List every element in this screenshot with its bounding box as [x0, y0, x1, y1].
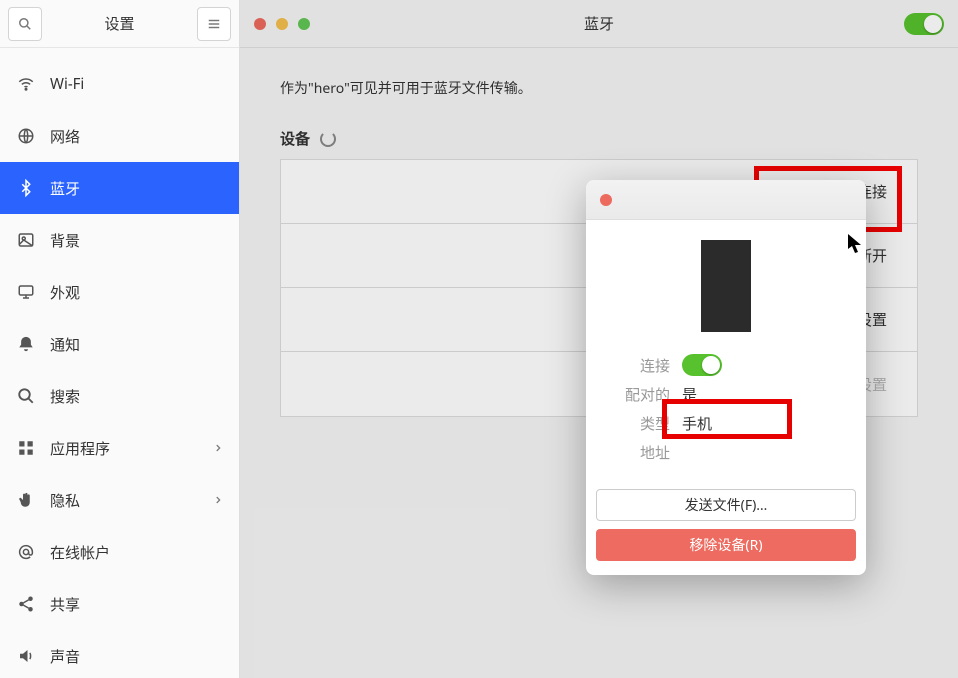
chevron-right-icon — [213, 495, 223, 505]
dialog-body: 连接 配对的 是 类型 手机 地址 — [586, 220, 866, 483]
close-window-button[interactable] — [254, 18, 266, 30]
sidebar-item-appearance[interactable]: 外观 — [0, 266, 239, 318]
prop-row-address: 地址 — [604, 438, 848, 467]
sidebar-item-label: 在线帐户 — [50, 542, 110, 563]
share-icon — [16, 594, 36, 614]
prop-label: 连接 — [604, 355, 682, 376]
minimize-window-button[interactable] — [276, 18, 288, 30]
bluetooth-icon — [16, 178, 36, 198]
toggle-knob — [702, 356, 720, 374]
globe-icon — [16, 126, 36, 146]
sidebar-title: 设置 — [50, 13, 189, 34]
sidebar-item-notifications[interactable]: 通知 — [0, 318, 239, 370]
sidebar-item-label: Wi-Fi — [50, 74, 84, 94]
sidebar-item-label: 隐私 — [50, 490, 80, 511]
scanning-spinner-icon — [320, 131, 336, 147]
sidebar-item-sound[interactable]: 声音 — [0, 630, 239, 678]
image-icon — [16, 230, 36, 250]
sidebar-item-label: 外观 — [50, 282, 80, 303]
search-button[interactable] — [8, 7, 42, 41]
prop-row-connection: 连接 — [604, 350, 848, 380]
wifi-icon — [16, 74, 36, 94]
search-icon — [16, 386, 36, 406]
dialog-buttons: 发送文件(F)… 移除设备(R) — [586, 483, 866, 575]
speaker-icon — [16, 646, 36, 666]
menu-button[interactable] — [197, 7, 231, 41]
annotation-highlight-connection-toggle — [662, 399, 792, 439]
prop-label: 地址 — [604, 442, 682, 463]
at-icon — [16, 542, 36, 562]
settings-sidebar: 设置 Wi-Fi 网络 蓝牙 背景 — [0, 0, 240, 678]
bell-icon — [16, 334, 36, 354]
device-thumbnail — [701, 240, 751, 332]
connection-toggle[interactable] — [682, 354, 722, 376]
app-root: 设置 Wi-Fi 网络 蓝牙 背景 — [0, 0, 958, 678]
sidebar-item-wifi[interactable]: Wi-Fi — [0, 58, 239, 110]
send-files-button[interactable]: 发送文件(F)… — [596, 489, 856, 521]
display-icon — [16, 282, 36, 302]
maximize-window-button[interactable] — [298, 18, 310, 30]
devices-section-header: 设备 — [280, 128, 918, 149]
devices-label: 设备 — [280, 128, 310, 149]
bluetooth-master-toggle[interactable] — [904, 13, 944, 35]
sidebar-item-background[interactable]: 背景 — [0, 214, 239, 266]
sidebar-item-label: 声音 — [50, 646, 80, 667]
sidebar-header: 设置 — [0, 0, 239, 48]
sidebar-item-label: 应用程序 — [50, 438, 110, 459]
sidebar-item-sharing[interactable]: 共享 — [0, 578, 239, 630]
sidebar-item-label: 蓝牙 — [50, 178, 80, 199]
sidebar-item-label: 搜索 — [50, 386, 80, 407]
visibility-status-text: 作为"hero"可见并可用于蓝牙文件传输。 — [280, 78, 918, 98]
apps-icon — [16, 438, 36, 458]
sidebar-item-search[interactable]: 搜索 — [0, 370, 239, 422]
toggle-knob — [924, 15, 942, 33]
chevron-right-icon — [213, 443, 223, 453]
sidebar-item-bluetooth[interactable]: 蓝牙 — [0, 162, 239, 214]
sidebar-item-label: 通知 — [50, 334, 80, 355]
sidebar-item-privacy[interactable]: 隐私 — [0, 474, 239, 526]
search-icon — [18, 17, 32, 31]
main-panel: 蓝牙 作为"hero"可见并可用于蓝牙文件传输。 设备 已连接 已断开 未设置 … — [240, 0, 958, 678]
page-title: 蓝牙 — [584, 13, 614, 34]
hamburger-icon — [207, 17, 221, 31]
dialog-titlebar — [586, 180, 866, 220]
dialog-close-button[interactable] — [600, 194, 612, 206]
sidebar-list: Wi-Fi 网络 蓝牙 背景 外观 通知 — [0, 48, 239, 678]
sidebar-item-label: 网络 — [50, 126, 80, 147]
hand-icon — [16, 490, 36, 510]
device-detail-dialog: 连接 配对的 是 类型 手机 地址 — [586, 180, 866, 575]
sidebar-item-online-accounts[interactable]: 在线帐户 — [0, 526, 239, 578]
sidebar-item-network[interactable]: 网络 — [0, 110, 239, 162]
sidebar-item-label: 背景 — [50, 230, 80, 251]
window-controls — [254, 18, 310, 30]
remove-device-button[interactable]: 移除设备(R) — [596, 529, 856, 561]
sidebar-item-label: 共享 — [50, 594, 80, 615]
main-header: 蓝牙 — [240, 0, 958, 48]
sidebar-item-applications[interactable]: 应用程序 — [0, 422, 239, 474]
